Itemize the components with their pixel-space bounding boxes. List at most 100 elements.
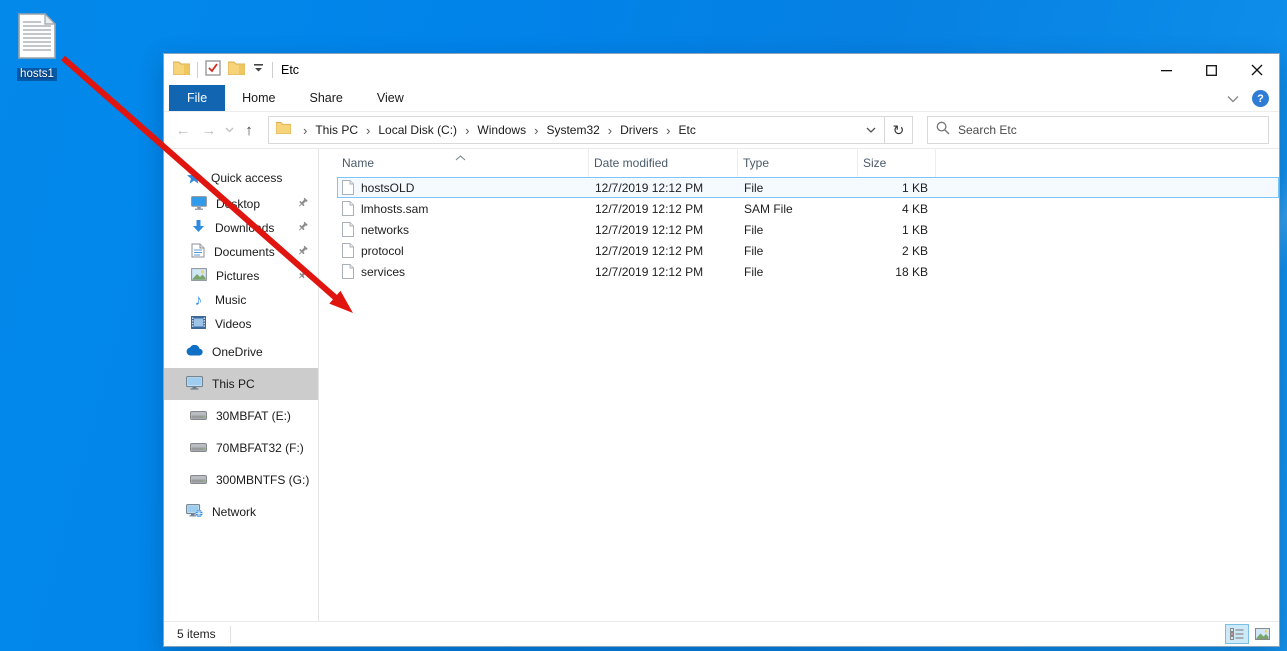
properties-button[interactable] xyxy=(205,59,221,81)
sidebar-item-this-pc[interactable]: This PC xyxy=(164,368,318,400)
maximize-button[interactable] xyxy=(1189,54,1234,86)
tab-home[interactable]: Home xyxy=(225,85,292,111)
sidebar-item-drive-g[interactable]: 300MBNTFS (G:) xyxy=(164,464,318,496)
file-row-protocol[interactable]: protocol 12/7/2019 12:12 PM File 2 KB xyxy=(337,240,1279,261)
ribbon-right-controls: ? xyxy=(1227,86,1279,111)
sidebar-item-label: Documents xyxy=(214,245,275,259)
pin-icon[interactable] xyxy=(297,197,309,212)
sidebar-item-quick-access[interactable]: Quick access xyxy=(164,164,318,192)
column-header-size[interactable]: Size xyxy=(858,149,936,177)
tab-share[interactable]: Share xyxy=(293,85,360,111)
column-header-date-modified[interactable]: Date modified xyxy=(589,149,738,177)
file-size: 18 KB xyxy=(895,264,928,279)
sidebar-item-label: This PC xyxy=(212,377,255,391)
sidebar-item-label: 300MBNTFS (G:) xyxy=(216,473,310,487)
items-count: 5 items xyxy=(177,627,216,641)
status-bar: 5 items xyxy=(164,621,1279,646)
status-separator xyxy=(229,625,231,643)
desktop-shortcut-hosts1[interactable]: hosts1 xyxy=(9,12,65,82)
file-icon xyxy=(342,243,354,258)
help-button[interactable]: ? xyxy=(1252,90,1269,107)
new-folder-button[interactable] xyxy=(227,60,246,80)
file-icon xyxy=(342,180,354,195)
search-box[interactable] xyxy=(927,116,1269,144)
column-headers: Name Date modified Type Size xyxy=(337,149,1279,177)
file-row-hostsold[interactable]: hostsOLD 12/7/2019 12:12 PM File 1 KB xyxy=(337,177,1279,198)
address-dropdown-chevron-icon[interactable] xyxy=(857,117,884,143)
customize-toolbar-dropdown[interactable] xyxy=(252,61,265,79)
refresh-button[interactable]: ↻ xyxy=(885,117,912,143)
tab-view[interactable]: View xyxy=(360,85,421,111)
up-button[interactable]: ↑ xyxy=(236,117,262,143)
text-file-icon xyxy=(18,12,57,64)
sidebar-item-label: Pictures xyxy=(216,269,260,283)
sidebar-item-label: Quick access xyxy=(211,171,283,185)
breadcrumb-separator: › xyxy=(666,122,671,138)
videos-icon xyxy=(191,316,206,332)
sidebar-item-drive-f[interactable]: 70MBFAT32 (F:) xyxy=(164,432,318,464)
file-explorer-window: Etc File Home Share View ? ← → ↑ › This … xyxy=(163,53,1280,647)
file-rows: hostsOLD 12/7/2019 12:12 PM File 1 KB lm… xyxy=(337,177,1279,282)
breadcrumb-etc[interactable]: Etc xyxy=(676,123,697,137)
breadcrumb-system32[interactable]: System32 xyxy=(544,123,601,137)
pin-icon[interactable] xyxy=(297,269,309,284)
breadcrumb-separator: › xyxy=(534,122,539,138)
breadcrumb-windows[interactable]: Windows xyxy=(475,123,528,137)
file-size: 4 KB xyxy=(901,201,928,216)
breadcrumb-drivers[interactable]: Drivers xyxy=(618,123,660,137)
pin-icon[interactable] xyxy=(297,245,309,260)
sidebar-item-desktop[interactable]: Desktop xyxy=(164,192,318,216)
file-row-services[interactable]: services 12/7/2019 12:12 PM File 18 KB xyxy=(337,261,1279,282)
file-size: 2 KB xyxy=(901,243,928,258)
sidebar-item-label: Downloads xyxy=(215,221,275,235)
sidebar-item-documents[interactable]: Documents xyxy=(164,240,318,264)
forward-button[interactable]: → xyxy=(196,117,222,143)
sidebar-item-videos[interactable]: Videos xyxy=(164,312,318,336)
sidebar-item-music[interactable]: ♪ Music xyxy=(164,288,318,312)
sidebar-item-label: 30MBFAT (E:) xyxy=(216,409,291,423)
sidebar-item-onedrive[interactable]: OneDrive xyxy=(164,336,318,368)
file-row-lmhosts[interactable]: lmhosts.sam 12/7/2019 12:12 PM SAM File … xyxy=(337,198,1279,219)
breadcrumb-this-pc[interactable]: This PC xyxy=(313,123,360,137)
pin-icon[interactable] xyxy=(297,221,309,236)
sidebar-item-label: Videos xyxy=(215,317,252,331)
breadcrumb-separator: › xyxy=(607,122,613,138)
large-icons-view-button[interactable] xyxy=(1250,624,1274,644)
this-pc-icon xyxy=(186,375,203,393)
recent-locations-chevron-icon[interactable] xyxy=(222,127,236,133)
quick-access-star-icon xyxy=(186,169,202,188)
window-folder-icon xyxy=(172,60,191,80)
tab-file[interactable]: File xyxy=(169,85,226,111)
caption-buttons xyxy=(1144,54,1279,86)
back-button[interactable]: ← xyxy=(170,117,196,143)
file-row-networks[interactable]: networks 12/7/2019 12:12 PM File 1 KB xyxy=(337,219,1279,240)
navigation-bar: ← → ↑ › This PC › Local Disk (C:) › Wind… xyxy=(164,112,1279,149)
sidebar-item-network[interactable]: Network xyxy=(164,496,318,528)
file-date: 12/7/2019 12:12 PM xyxy=(595,222,704,237)
drive-icon xyxy=(190,473,207,487)
file-name: lmhosts.sam xyxy=(361,201,429,216)
sidebar-item-pictures[interactable]: Pictures xyxy=(164,264,318,288)
file-icon xyxy=(342,201,354,216)
sidebar-item-drive-e[interactable]: 30MBFAT (E:) xyxy=(164,400,318,432)
minimize-button[interactable] xyxy=(1144,54,1189,86)
close-button[interactable] xyxy=(1234,54,1279,86)
sidebar-item-label: Network xyxy=(212,505,257,519)
sidebar-item-label: Music xyxy=(215,293,247,307)
file-date: 12/7/2019 12:12 PM xyxy=(595,243,704,258)
desktop-icon xyxy=(191,195,207,213)
column-header-type[interactable]: Type xyxy=(738,149,858,177)
details-view-button[interactable] xyxy=(1225,624,1249,644)
breadcrumb-local-disk-c[interactable]: Local Disk (C:) xyxy=(376,123,459,137)
search-input[interactable] xyxy=(958,117,1268,143)
file-size: 1 KB xyxy=(901,180,928,195)
file-icon xyxy=(342,264,354,279)
address-bar[interactable]: › This PC › Local Disk (C:) › Windows › … xyxy=(268,116,913,144)
file-name: services xyxy=(361,264,406,279)
ribbon-tab-row: File Home Share View ? xyxy=(164,85,1279,112)
sidebar-item-downloads[interactable]: Downloads xyxy=(164,216,318,240)
downloads-icon xyxy=(191,219,206,237)
file-icon xyxy=(342,222,354,237)
expand-ribbon-chevron-icon[interactable] xyxy=(1227,90,1239,108)
main-content: Quick access Desktop Downloads Documents… xyxy=(164,149,1279,621)
